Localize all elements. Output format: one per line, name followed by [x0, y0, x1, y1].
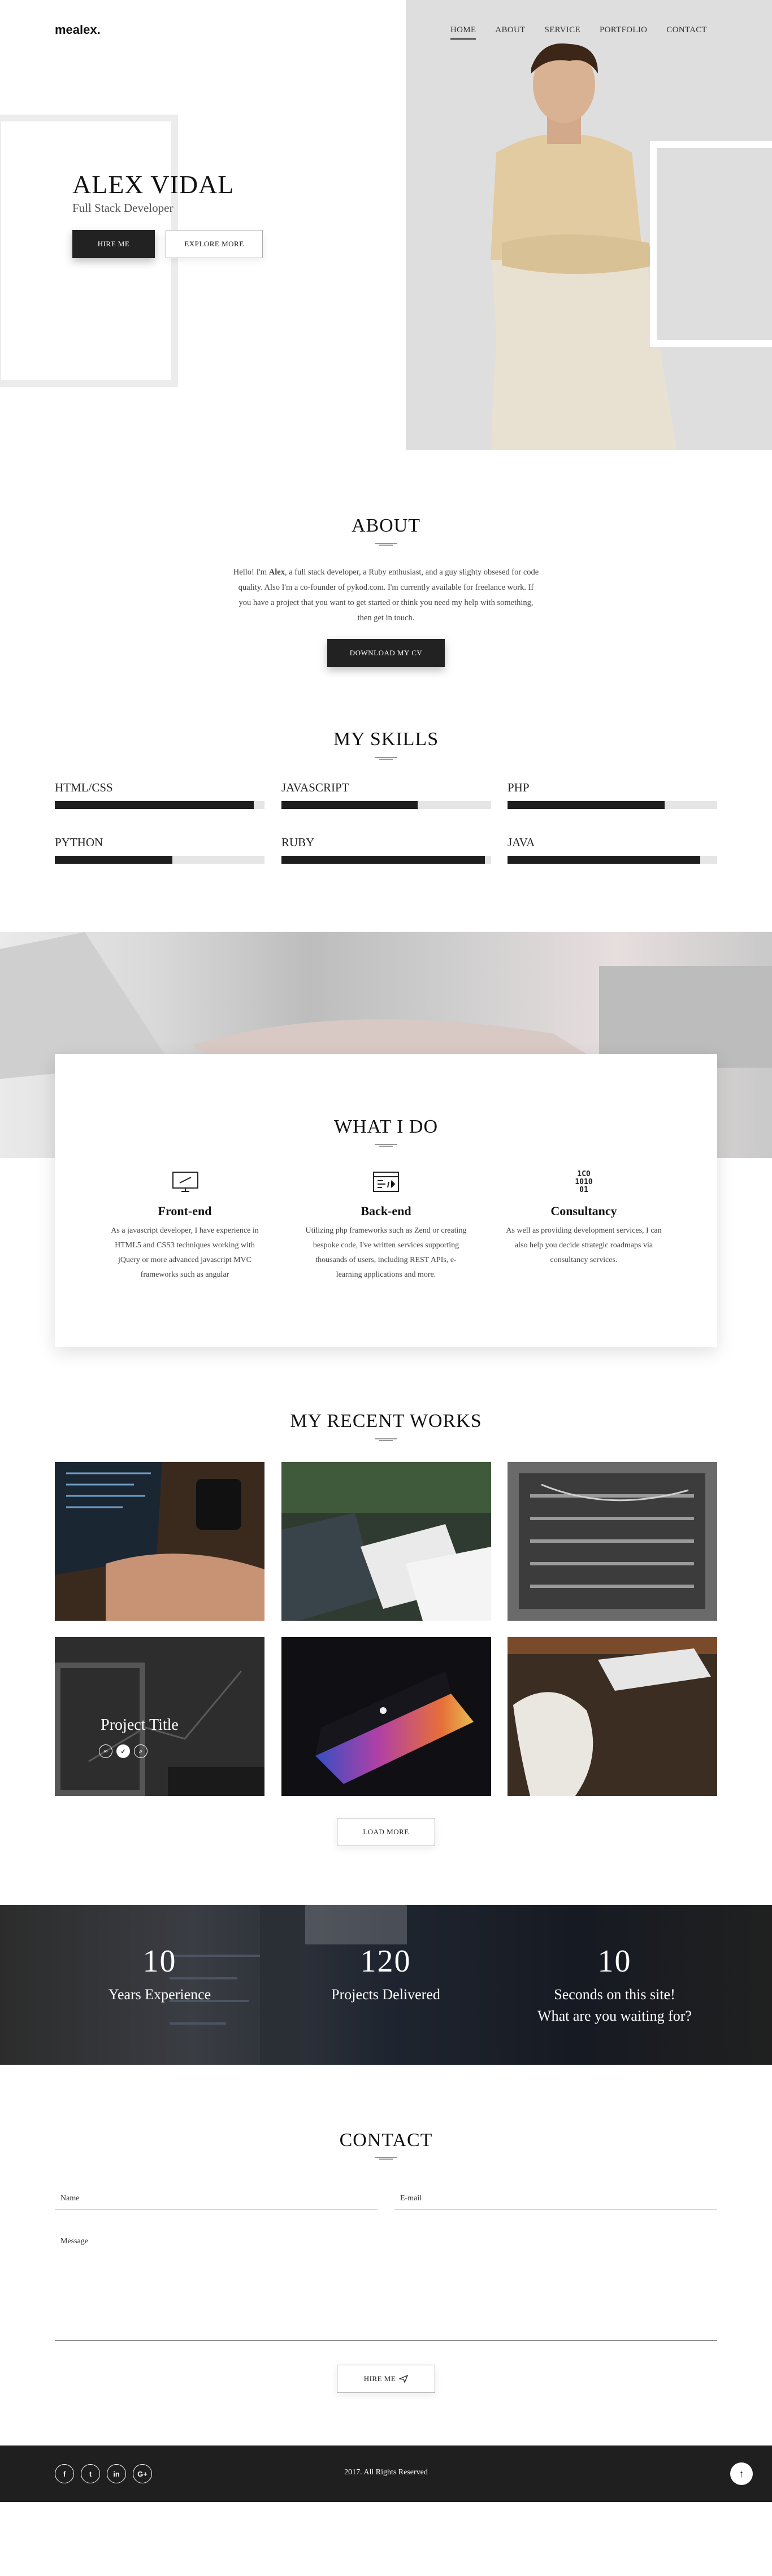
- skill-bar-track: [508, 801, 717, 809]
- skill-bar-fill: [55, 801, 254, 809]
- skill-bar-track: [508, 856, 717, 864]
- skill-label: PHP: [508, 781, 530, 794]
- hero-decorative-frame-right: [650, 141, 772, 347]
- service-title-backend: Back-end: [361, 1204, 411, 1218]
- skill-label: HTML/CSS: [55, 781, 113, 794]
- skill-bar-track: [55, 856, 264, 864]
- brand-logo[interactable]: mealex.: [55, 23, 101, 37]
- work-tile-server[interactable]: [508, 1462, 717, 1621]
- svg-text:1010: 1010: [575, 1178, 592, 1186]
- skill-label: PYTHON: [55, 836, 103, 849]
- work-tile-notebook[interactable]: [281, 1462, 491, 1621]
- nav-about[interactable]: ABOUT: [495, 25, 525, 40]
- about-text: Hello! I'm Alex, a full stack developer,…: [232, 565, 540, 626]
- service-title-consultancy: Consultancy: [550, 1204, 617, 1218]
- hero-name: ALEX VIDAL: [72, 170, 235, 199]
- project-action-icons: ∞ ✓ ⌕: [99, 1744, 148, 1758]
- services-title: WHAT I DO: [333, 1116, 438, 1137]
- name-field[interactable]: Name: [55, 2187, 378, 2210]
- load-more-button[interactable]: LOAD MORE: [337, 1818, 435, 1846]
- explore-more-button[interactable]: EXPLORE MORE: [166, 230, 263, 258]
- page: mealex. HOME ABOUT SERVICE PORTFOLIO CON…: [0, 0, 772, 2576]
- work-image: [55, 1462, 264, 1621]
- message-field-label: Message: [60, 2237, 88, 2246]
- title-ornament-icon: [375, 1144, 397, 1147]
- work-image: [508, 1462, 717, 1621]
- service-text-backend: Utilizing php frameworks such as Zend or…: [305, 1226, 467, 1279]
- hire-me-submit-label: HIRE ME: [363, 2374, 396, 2383]
- contact-title: CONTACT: [339, 2130, 433, 2151]
- main-nav: HOME ABOUT SERVICE PORTFOLIO CONTACT: [450, 25, 726, 40]
- work-image: [281, 1637, 491, 1796]
- skill-bar-fill: [508, 856, 701, 864]
- email-field-label: E-mail: [400, 2194, 422, 2203]
- title-ornament-icon: [375, 757, 397, 760]
- download-cv-button[interactable]: DOWNLOAD MY CV: [327, 639, 445, 667]
- about-text-name: Alex: [268, 568, 285, 577]
- skill-label: JAVASCRIPT: [281, 781, 349, 794]
- check-icon[interactable]: ✓: [116, 1744, 130, 1758]
- skill-bar-track: [55, 801, 264, 809]
- about-text-prefix: Hello! I'm: [233, 568, 269, 577]
- hire-me-submit-button[interactable]: HIRE ME: [337, 2365, 435, 2393]
- message-field[interactable]: Message: [55, 2231, 717, 2342]
- works-title: MY RECENT WORKS: [290, 1411, 482, 1431]
- svg-text:1C0: 1C0: [577, 1170, 591, 1178]
- skill-bar-fill: [281, 801, 418, 809]
- stat-seconds-label: Seconds on this site!: [554, 1986, 675, 2003]
- title-ornament-icon: [375, 2157, 397, 2160]
- skill-bar-fill: [55, 856, 172, 864]
- hire-me-button[interactable]: HIRE ME: [72, 230, 155, 258]
- project-title: Project Title: [101, 1716, 179, 1734]
- email-field[interactable]: E-mail: [394, 2187, 717, 2210]
- work-tile-laptop-glow[interactable]: [281, 1637, 491, 1796]
- stat-years-number: 10: [142, 1944, 177, 1979]
- nav-home[interactable]: HOME: [450, 25, 476, 40]
- skill-bar-fill: [508, 801, 665, 809]
- title-ornament-icon: [375, 1438, 397, 1441]
- service-text-consultancy: As well as providing development service…: [506, 1226, 662, 1264]
- name-field-label: Name: [60, 2194, 80, 2203]
- about-title: ABOUT: [351, 515, 421, 536]
- title-ornament-icon: [375, 543, 397, 546]
- copyright-text: 2017. All Rights Reserved: [344, 2468, 428, 2477]
- link-icon[interactable]: ∞: [99, 1744, 112, 1758]
- what-i-do-card: WHAT I DO Front-end As a javascript deve…: [55, 1054, 717, 1347]
- binary-icon: 1C0101001: [575, 1170, 592, 1194]
- hero-role: Full Stack Developer: [72, 201, 174, 215]
- monitor-icon: [172, 1172, 198, 1192]
- nav-portfolio[interactable]: PORTFOLIO: [600, 25, 647, 40]
- skill-bar-track: [281, 801, 491, 809]
- skills-title: MY SKILLS: [333, 729, 439, 750]
- work-tile-desk-chair[interactable]: [508, 1637, 717, 1796]
- stats-banner: 10 Years Experience 120 Projects Deliver…: [0, 1905, 772, 2065]
- stat-projects-label: Projects Delivered: [331, 1986, 440, 2003]
- svg-text:01: 01: [579, 1186, 588, 1194]
- stat-projects-number: 120: [360, 1944, 411, 1979]
- stat-seconds-label-2: What are you waiting for?: [537, 2008, 692, 2024]
- message-field-underline: [55, 2340, 717, 2341]
- stat-seconds-number: 10: [597, 1944, 632, 1979]
- nav-service[interactable]: SERVICE: [545, 25, 580, 40]
- work-tile-project-hover[interactable]: Project Title ∞ ✓ ⌕: [55, 1637, 264, 1796]
- back-to-top-arrow-icon[interactable]: ↑: [730, 2462, 753, 2485]
- work-image: [508, 1637, 717, 1796]
- service-text-frontend: As a javascript developer, I have experi…: [111, 1226, 259, 1279]
- service-title-frontend: Front-end: [158, 1204, 212, 1218]
- footer: f t in G+ 2017. All Rights Reserved ↑: [0, 2446, 772, 2502]
- search-icon[interactable]: ⌕: [134, 1744, 148, 1758]
- paper-plane-icon: [399, 2375, 409, 2383]
- stat-years-label: Years Experience: [108, 1986, 211, 2003]
- skill-bar-fill: [281, 856, 485, 864]
- skill-label: RUBY: [281, 836, 315, 849]
- work-image: [281, 1462, 491, 1621]
- nav-contact[interactable]: CONTACT: [666, 25, 707, 40]
- code-window-icon: [373, 1172, 399, 1192]
- work-tile-laptop-coding[interactable]: [55, 1462, 264, 1621]
- skill-bar-track: [281, 856, 491, 864]
- skill-label: JAVA: [508, 836, 535, 849]
